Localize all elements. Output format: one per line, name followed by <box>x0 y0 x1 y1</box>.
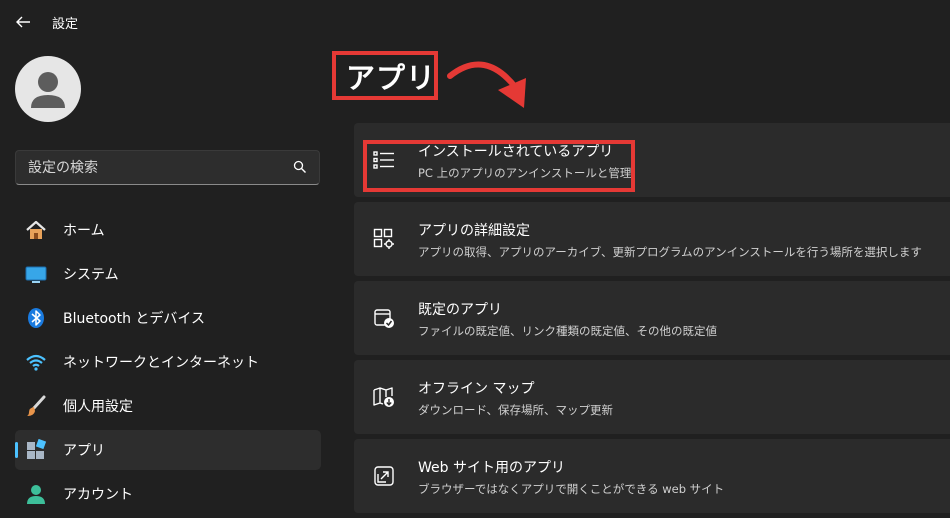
search-box[interactable] <box>15 150 320 185</box>
sidebar-item-apps[interactable]: アプリ <box>15 430 321 470</box>
window-title: 設定 <box>52 17 79 32</box>
card-title: オフライン マップ <box>418 381 535 397</box>
sidebar-item-label: ホーム <box>63 223 105 239</box>
sidebar-item-label: アプリ <box>63 443 105 459</box>
sidebar-nav: ホーム システム Bluetooth とデバイス ネットワークとインターネット … <box>15 210 321 518</box>
card-title: インストールされているアプリ <box>418 144 614 160</box>
default-app-icon <box>372 306 396 330</box>
sidebar-item-home[interactable]: ホーム <box>15 210 321 250</box>
search-input[interactable] <box>16 151 276 184</box>
card-description: PC 上のアプリのアンインストールと管理 <box>418 166 632 180</box>
sidebar-item-network[interactable]: ネットワークとインターネット <box>15 342 321 382</box>
page-title: アプリ <box>346 61 437 95</box>
card-description: ブラウザーではなくアプリで開くことができる web サイト <box>418 482 725 496</box>
account-icon <box>25 483 47 505</box>
apps-icon <box>25 439 47 461</box>
back-arrow-icon <box>16 16 30 28</box>
sidebar-item-label: システム <box>63 267 119 283</box>
network-icon <box>25 351 47 373</box>
card-title: アプリの詳細設定 <box>418 223 530 239</box>
card-apps-for-websites[interactable]: Web サイト用のアプリ ブラウザーではなくアプリで開くことができる web サ… <box>354 439 950 513</box>
card-title: Web サイト用のアプリ <box>418 460 565 476</box>
sidebar-item-personalization[interactable]: 個人用設定 <box>15 386 321 426</box>
card-default-apps[interactable]: 既定のアプリ ファイルの既定値、リンク種類の既定値、その他の既定値 <box>354 281 950 355</box>
list-icon <box>372 148 396 172</box>
sidebar-item-label: アカウント <box>63 487 133 503</box>
settings-card-list: インストールされているアプリ PC 上のアプリのアンインストールと管理 アプリの… <box>354 123 950 518</box>
open-external-icon <box>372 464 396 488</box>
card-title: 既定のアプリ <box>418 302 502 318</box>
map-download-icon <box>372 385 396 409</box>
avatar[interactable] <box>15 56 81 122</box>
annotation-arrow-icon <box>447 61 526 108</box>
card-offline-maps[interactable]: オフライン マップ ダウンロード、保存場所、マップ更新 <box>354 360 950 434</box>
title-bar: 設定 <box>0 0 950 44</box>
sidebar-item-accounts[interactable]: アカウント <box>15 474 321 514</box>
home-icon <box>25 219 47 241</box>
card-advanced-app-settings[interactable]: アプリの詳細設定 アプリの取得、アプリのアーカイブ、更新プログラムのアンインスト… <box>354 202 950 276</box>
sidebar-item-label: ネットワークとインターネット <box>63 355 259 371</box>
selection-indicator <box>15 442 18 458</box>
back-button[interactable] <box>10 10 36 34</box>
apps-gear-icon <box>372 227 396 251</box>
user-icon <box>31 72 65 108</box>
card-description: ダウンロード、保存場所、マップ更新 <box>418 403 614 417</box>
brush-icon <box>25 395 47 417</box>
card-description: アプリの取得、アプリのアーカイブ、更新プログラムのアンインストールを行う場所を選… <box>418 245 922 259</box>
card-description: ファイルの既定値、リンク種類の既定値、その他の既定値 <box>418 324 717 338</box>
bluetooth-icon <box>25 307 47 329</box>
sidebar-item-label: 個人用設定 <box>63 399 133 415</box>
system-icon <box>25 263 47 285</box>
sidebar-item-bluetooth[interactable]: Bluetooth とデバイス <box>15 298 321 338</box>
search-icon[interactable] <box>293 160 307 174</box>
card-installed-apps[interactable]: インストールされているアプリ PC 上のアプリのアンインストールと管理 <box>354 123 950 197</box>
sidebar-item-system[interactable]: システム <box>15 254 321 294</box>
sidebar-item-label: Bluetooth とデバイス <box>63 311 205 327</box>
